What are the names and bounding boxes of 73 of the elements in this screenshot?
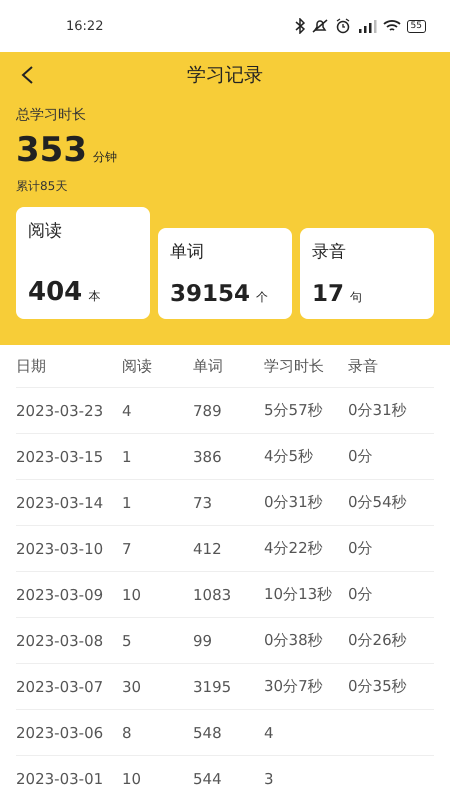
page-title: 学习记录: [187, 63, 263, 88]
table-cell-text: 544: [193, 770, 223, 788]
table-cell-text: 7: [122, 540, 133, 558]
alarm-icon: [334, 18, 351, 34]
table-cell-text: 2023-03-07: [16, 678, 104, 696]
table-cell-text: 548: [193, 724, 223, 742]
battery-icon: 55: [406, 20, 426, 32]
table-cell-text: 789: [193, 402, 223, 420]
table-cell-text: 2023-03-01: [16, 770, 104, 788]
table-cell-text: 8: [122, 724, 133, 742]
table-cell-text: 3195: [193, 678, 232, 696]
table-cell-text: 30分7秒: [264, 677, 324, 696]
table-cell-text: 99: [193, 632, 214, 650]
table-cell-text: 5分57秒: [264, 401, 324, 420]
table-cell-text: 4分5秒: [264, 447, 314, 466]
table-cell-text: 10: [122, 770, 142, 788]
table-cell-text: 412: [193, 540, 223, 558]
table-cell-text: 4: [264, 724, 275, 742]
stat-card[interactable]: 单词 39154 个: [158, 228, 292, 319]
muted-bell-icon: [310, 18, 329, 34]
table-cell-text: 5: [122, 632, 133, 650]
summary-days: 累计85天: [16, 178, 434, 195]
status-time: 16:22: [66, 18, 104, 34]
table-cell-text: 0分35秒: [348, 677, 408, 696]
summary-value: 353: [16, 130, 87, 170]
table-cell-text: 0分31秒: [348, 401, 408, 420]
table-cell-text: 4分22秒: [264, 539, 324, 558]
table-cell-text: 386: [193, 448, 223, 466]
table-cell-text: 10: [122, 586, 142, 604]
card-value: 404: [28, 277, 82, 307]
table-cell-text: 2023-03-10: [16, 540, 104, 558]
card-label: 阅读: [28, 220, 63, 242]
table-cell-text: 2023-03-15: [16, 448, 104, 466]
column-header: 日期: [16, 356, 47, 376]
card-label: 录音: [312, 241, 347, 263]
back-icon[interactable]: [20, 65, 34, 85]
table-cell-text: 0分26秒: [348, 631, 408, 650]
column-header: 学习时长: [264, 356, 325, 376]
signal-icon: [356, 18, 377, 34]
column-header: 阅读: [122, 356, 153, 376]
column-header: 录音: [348, 356, 379, 376]
table-cell-text: 0分38秒: [264, 631, 324, 650]
table-cell-text: 0分: [348, 447, 374, 466]
table-cell-text: 73: [193, 494, 214, 512]
table-cell-text: 1083: [193, 586, 232, 604]
summary-label: 总学习时长: [16, 106, 87, 124]
card-unit: 句: [350, 289, 362, 306]
card-unit: 本: [88, 288, 100, 305]
stat-card[interactable]: 阅读 404 本: [16, 207, 150, 319]
wifi-icon: [382, 19, 401, 33]
table-cell-text: 0分31秒: [264, 493, 324, 512]
table-cell-text: 2023-03-14: [16, 494, 104, 512]
summary-unit: 分钟: [92, 149, 117, 166]
table-cell-text: 2023-03-08: [16, 632, 104, 650]
table-cell-text: 3: [264, 770, 275, 788]
table-cell-text: 1: [122, 448, 133, 466]
table-cell-text: 30: [122, 678, 142, 696]
table-cell-text: 10分13秒: [264, 585, 334, 604]
column-header: 单词: [193, 356, 224, 376]
card-label: 单词: [170, 241, 205, 263]
table-cell-text: 0分: [348, 585, 374, 604]
table-cell-text: 2023-03-06: [16, 724, 104, 742]
table-cell-text: 2023-03-23: [16, 402, 104, 420]
stat-card[interactable]: 录音 17 句: [300, 228, 434, 319]
table-cell-text: 1: [122, 494, 133, 512]
bluetooth-icon: [294, 18, 305, 34]
card-value: 17: [312, 281, 344, 307]
card-value: 39154: [170, 281, 250, 307]
table-cell-text: 0分: [348, 539, 374, 558]
table-cell-text: 0分54秒: [348, 493, 408, 512]
table-cell-text: 4: [122, 402, 133, 420]
table-cell-text: 2023-03-09: [16, 586, 104, 604]
card-unit: 个: [256, 289, 268, 306]
